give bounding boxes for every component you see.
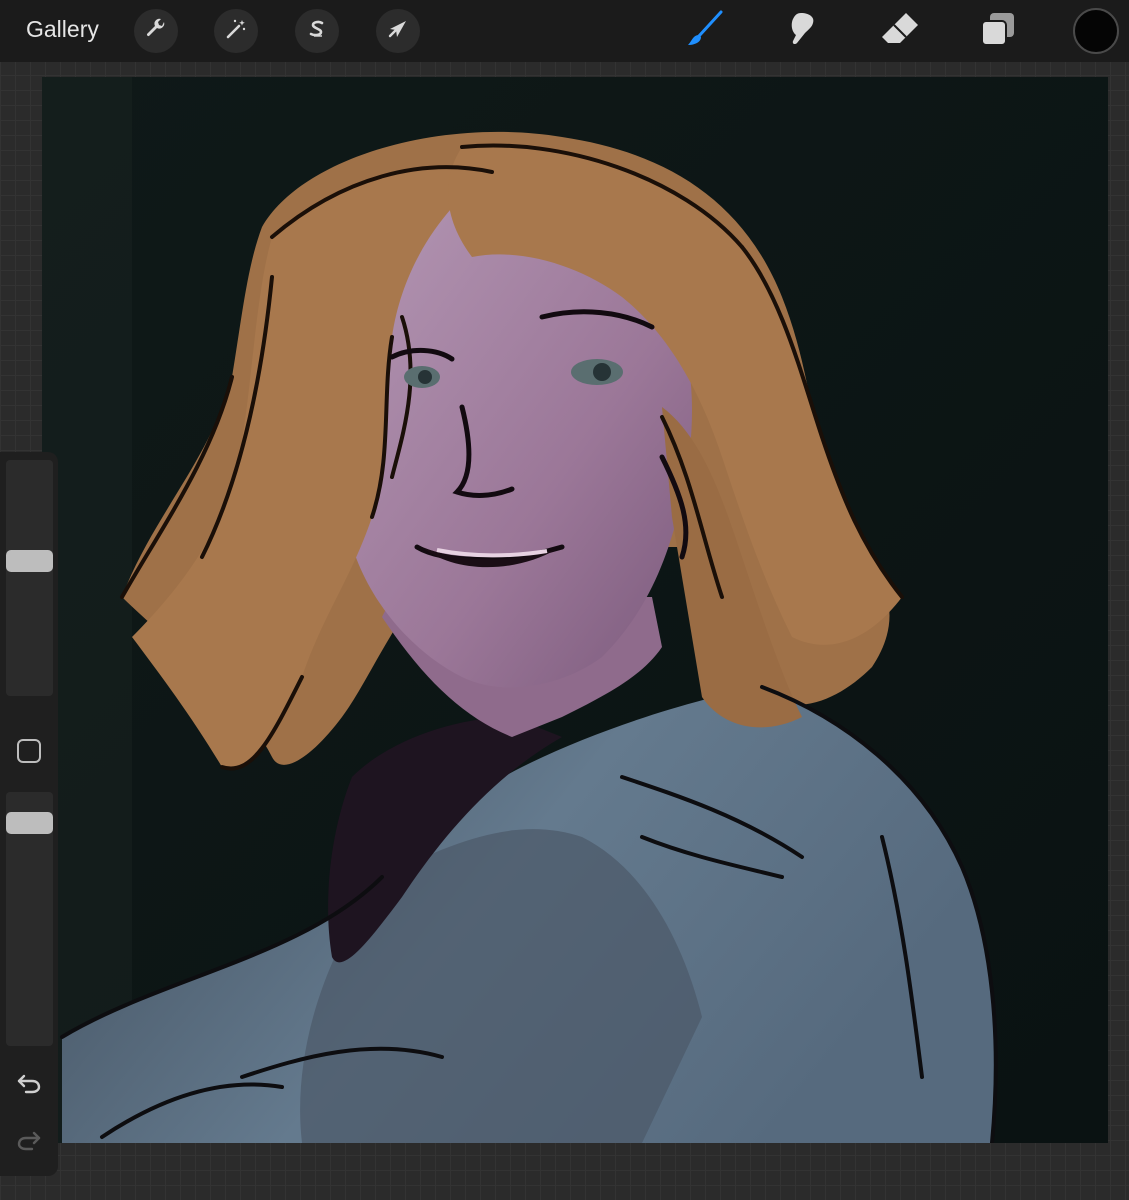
redo-icon xyxy=(16,1127,42,1158)
redo-button[interactable] xyxy=(14,1127,44,1157)
eraser-tool-button[interactable] xyxy=(878,9,922,53)
undo-icon xyxy=(16,1070,42,1101)
magic-wand-icon xyxy=(224,17,248,46)
procreate-app: Gallery xyxy=(0,0,1129,1200)
artwork-portrait xyxy=(42,77,1108,1143)
actions-button[interactable] xyxy=(134,9,178,53)
brush-size-thumb[interactable] xyxy=(6,550,53,572)
layers-button[interactable] xyxy=(976,9,1020,53)
wrench-icon xyxy=(144,17,168,46)
brush-size-slider[interactable] xyxy=(6,460,53,696)
brush-icon xyxy=(685,9,725,54)
modify-button[interactable] xyxy=(16,738,42,769)
selection-s-icon xyxy=(305,17,329,46)
transform-button[interactable] xyxy=(376,9,420,53)
undo-button[interactable] xyxy=(14,1070,44,1100)
smudge-icon xyxy=(783,9,823,54)
smudge-tool-button[interactable] xyxy=(781,9,825,53)
drawing-canvas[interactable] xyxy=(42,77,1108,1143)
left-sidebar xyxy=(0,452,58,1176)
color-picker-button[interactable] xyxy=(1073,8,1119,54)
selection-button[interactable] xyxy=(295,9,339,53)
cursor-arrow-icon xyxy=(386,17,410,46)
brush-tool-button[interactable] xyxy=(683,9,727,53)
eraser-icon xyxy=(880,9,920,54)
adjustments-button[interactable] xyxy=(214,9,258,53)
gallery-button[interactable]: Gallery xyxy=(26,16,99,43)
opacity-thumb[interactable] xyxy=(6,812,53,834)
square-modify-icon xyxy=(16,738,42,769)
top-toolbar: Gallery xyxy=(0,0,1129,62)
layers-icon xyxy=(978,9,1018,54)
